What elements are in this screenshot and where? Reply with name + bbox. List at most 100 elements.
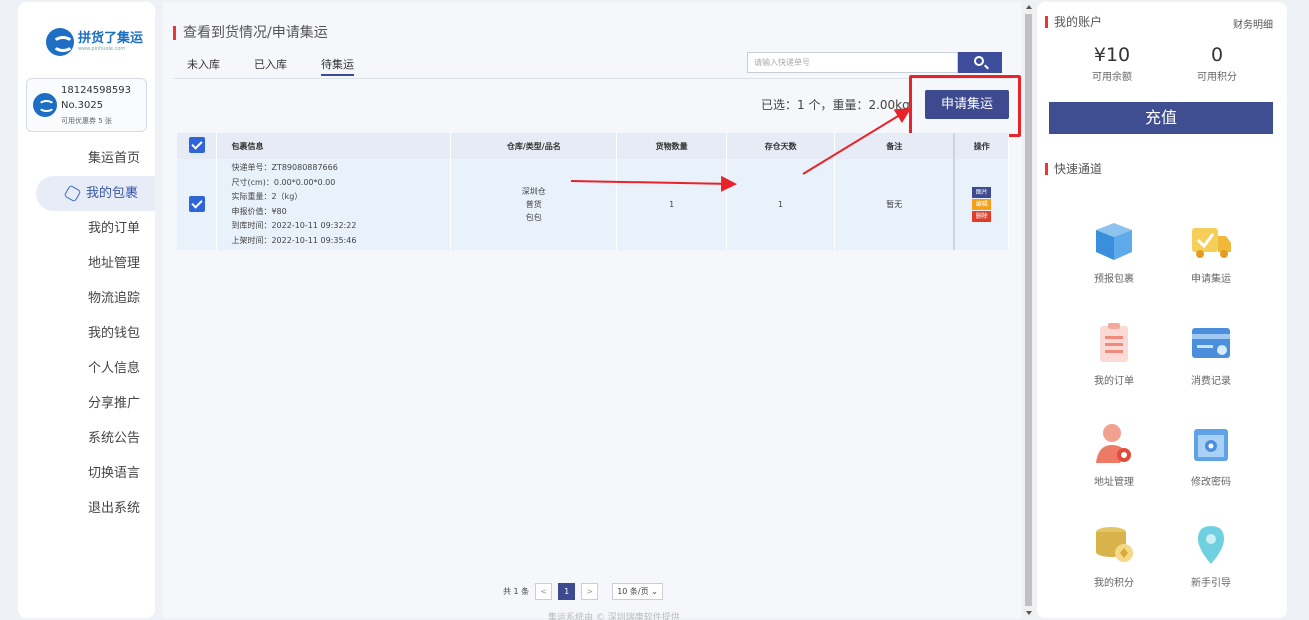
- sidebar-item-logout[interactable]: 退出系统: [18, 491, 155, 526]
- search-input[interactable]: 请输入快递单号: [747, 52, 958, 73]
- recharge-button[interactable]: 充值: [1049, 102, 1273, 134]
- divider: [173, 78, 1011, 79]
- page-title: 查看到货情况/申请集运: [173, 26, 328, 40]
- quick-item-points[interactable]: 我的积分: [1074, 522, 1154, 589]
- goods-type: 普货: [525, 200, 542, 209]
- quick-item-address[interactable]: 地址管理: [1074, 421, 1154, 488]
- box-icon: [1091, 218, 1137, 264]
- sidebar-item-address[interactable]: 地址管理: [18, 246, 155, 281]
- sidebar-item-label: 物流追踪: [88, 291, 141, 306]
- quantity: 1: [616, 159, 728, 250]
- warehouse-cell: 深圳仓 普货 包包: [450, 159, 618, 250]
- quick-item-label: 我的积分: [1094, 578, 1134, 589]
- sidebar-item-notice[interactable]: 系统公告: [18, 421, 155, 456]
- col-header: 备注: [834, 133, 955, 159]
- quick-item-label: 我的订单: [1094, 376, 1134, 387]
- balance-label: 可用余额: [1092, 72, 1132, 83]
- quick-item-password[interactable]: 修改密码: [1171, 421, 1251, 488]
- dimensions: 尺寸(cm)：0.00*0.00*0.00: [231, 177, 336, 187]
- declared-value: 申报价值：¥80: [231, 206, 287, 216]
- sidebar-item-tracking[interactable]: 物流追踪: [18, 281, 155, 316]
- prev-page-button[interactable]: <: [535, 583, 553, 600]
- avatar: [33, 93, 57, 117]
- total-count: 共 1 条: [503, 587, 530, 596]
- select-all-checkbox[interactable]: [188, 137, 205, 153]
- user-number: No.3025: [61, 100, 104, 111]
- select-all-cell: [177, 133, 218, 159]
- user-phone: 18124598593: [61, 85, 131, 96]
- sidebar-nav: 集运首页 我的包裹 我的订单 地址管理 物流追踪 我的钱包 个人信息 分享推广 …: [18, 141, 155, 526]
- sidebar-item-orders[interactable]: 我的订单: [18, 211, 155, 246]
- warehouse: 深圳仓: [521, 187, 546, 196]
- logo-icon: [46, 28, 74, 56]
- sidebar-item-label: 我的订单: [88, 221, 141, 236]
- quick-item-guide[interactable]: 新手引导: [1171, 522, 1251, 589]
- image-button[interactable]: 图片: [972, 187, 992, 198]
- remark: 暂无: [834, 159, 955, 250]
- col-header: 包裹信息: [216, 133, 452, 159]
- actual-weight: 实际重量：2（kg）: [231, 192, 303, 201]
- quick-item-label: 申请集运: [1191, 274, 1231, 285]
- sidebar-item-share[interactable]: 分享推广: [18, 386, 155, 421]
- finance-detail-link[interactable]: 财务明细: [1233, 16, 1273, 31]
- quick-item-label: 新手引导: [1191, 578, 1231, 589]
- page-size-select[interactable]: 10 条/页 ⌄: [612, 583, 663, 600]
- sidebar-item-language[interactable]: 切换语言: [18, 456, 155, 491]
- account-panel: 我的账户 财务明细 ¥10 可用余额 0 可用积分 充值 快速通道 预报包裹 申…: [1037, 2, 1287, 618]
- sidebar-item-home[interactable]: 集运首页: [18, 141, 155, 176]
- coins-icon: [1091, 522, 1137, 568]
- goods-name: 包包: [525, 213, 542, 222]
- quick-item-orders[interactable]: 我的订单: [1074, 320, 1154, 387]
- arrival-time: 到库时间：2022-10-11 09:32:22: [231, 221, 357, 230]
- card-icon: [1188, 320, 1234, 366]
- map-pin-icon: [1188, 522, 1234, 568]
- search-icon: [974, 56, 984, 66]
- lock-icon: [1188, 421, 1234, 467]
- tracking-number: 快递单号：ZT89080887666: [231, 163, 338, 172]
- scroll-down-icon[interactable]: [1026, 611, 1032, 615]
- row-checkbox[interactable]: [188, 195, 205, 212]
- next-page-button[interactable]: >: [581, 583, 599, 600]
- sidebar-item-packages[interactable]: 我的包裹: [36, 176, 155, 211]
- package-table: 包裹信息 仓库/类型/品名 货物数量 存仓天数 备注 操作 快递单号：ZT890…: [177, 133, 1010, 250]
- account-title: 我的账户: [1045, 16, 1102, 28]
- scrollbar[interactable]: [1024, 2, 1033, 618]
- tab-not-stored[interactable]: 未入库: [187, 56, 220, 76]
- sidebar-item-label: 集运首页: [88, 151, 141, 166]
- sidebar-item-label: 系统公告: [88, 431, 141, 446]
- sidebar-item-label: 分享推广: [88, 396, 141, 411]
- tab-stored[interactable]: 已入库: [254, 56, 287, 76]
- quick-item-forecast[interactable]: 预报包裹: [1074, 218, 1154, 285]
- balance-stat: ¥10 可用余额: [1062, 44, 1162, 83]
- search-button[interactable]: [958, 52, 1002, 73]
- package-info: 快递单号：ZT89080887666 尺寸(cm)：0.00*0.00*0.00…: [216, 159, 452, 250]
- sidebar-item-label: 退出系统: [88, 501, 141, 516]
- user-card[interactable]: 18124598593 No.3025 可用优惠券 5 张: [26, 78, 147, 132]
- quick-item-label: 消费记录: [1191, 376, 1231, 387]
- sidebar-item-label: 我的包裹: [86, 186, 139, 201]
- annotation-arrows: [570, 107, 912, 192]
- apply-consolidation-button[interactable]: 申请集运: [925, 90, 1009, 119]
- tab-pending[interactable]: 待集运: [321, 56, 354, 76]
- row-select-cell: [177, 159, 218, 250]
- scroll-thumb[interactable]: [1025, 14, 1032, 606]
- sidebar-item-label: 切换语言: [88, 466, 141, 481]
- quick-access-title: 快速通道: [1045, 163, 1102, 175]
- sidebar-item-wallet[interactable]: 我的钱包: [18, 316, 155, 351]
- table-row: 快递单号：ZT89080887666 尺寸(cm)：0.00*0.00*0.00…: [177, 159, 1010, 250]
- quick-item-label: 预报包裹: [1094, 274, 1134, 285]
- sidebar-item-profile[interactable]: 个人信息: [18, 351, 155, 386]
- brand-logo[interactable]: 拼货了集运 www.pinhuole.com: [46, 28, 143, 56]
- storage-days: 1: [726, 159, 836, 250]
- quick-item-apply[interactable]: 申请集运: [1171, 218, 1251, 285]
- shelf-time: 上架时间：2022-10-11 09:35:46: [231, 235, 357, 245]
- quick-item-records[interactable]: 消费记录: [1171, 320, 1251, 387]
- delete-button[interactable]: 删除: [972, 211, 992, 222]
- col-header: 仓库/类型/品名: [450, 133, 618, 159]
- scroll-up-icon[interactable]: [1026, 5, 1032, 9]
- edit-button[interactable]: 编辑: [972, 199, 992, 210]
- sidebar: 拼货了集运 www.pinhuole.com 18124598593 No.30…: [18, 2, 155, 618]
- quick-item-label: 地址管理: [1094, 477, 1134, 488]
- package-icon: [63, 184, 82, 203]
- page-button[interactable]: 1: [558, 583, 576, 600]
